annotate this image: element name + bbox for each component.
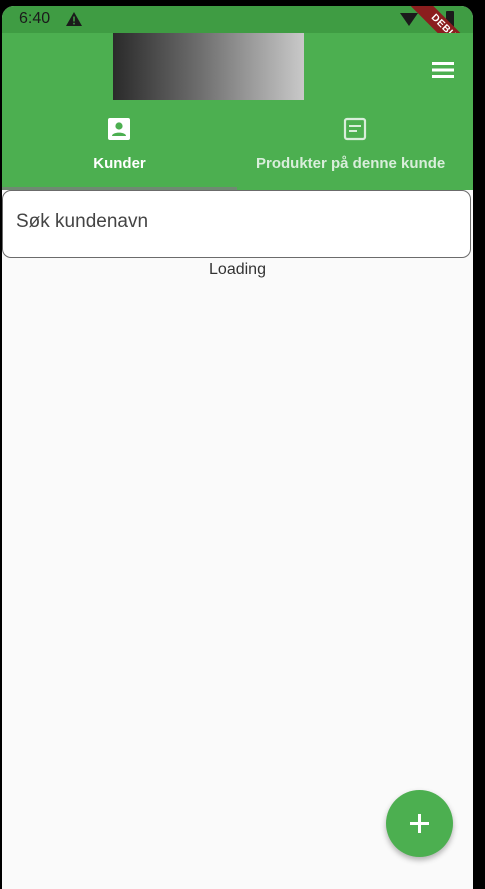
- status-bar: 6:40 DEBUG: [2, 6, 473, 75]
- tab-kunder[interactable]: Kunder: [2, 113, 237, 190]
- search-field[interactable]: [2, 190, 471, 258]
- logo-image: [113, 33, 304, 100]
- app-bar: Kunder Produkter på denne kunde: [2, 33, 473, 190]
- app-screen: 6:40 DEBUG Kunder Produkter på denne kun…: [2, 6, 473, 889]
- person-badge-icon: [108, 118, 130, 140]
- tab-produkter[interactable]: Produkter på denne kunde: [237, 113, 473, 190]
- article-icon: [343, 117, 367, 141]
- menu-button[interactable]: [428, 58, 458, 82]
- search-input[interactable]: [16, 211, 446, 233]
- warning-icon: [66, 12, 82, 26]
- loading-text: Loading: [209, 261, 266, 278]
- tab-produkter-label: Produkter på denne kunde: [256, 155, 446, 172]
- add-button[interactable]: [386, 790, 453, 857]
- status-time: 6:40: [19, 10, 51, 27]
- hamburger-menu-icon: [432, 62, 454, 78]
- tab-kunder-label: Kunder: [93, 155, 146, 172]
- wifi-icon: [400, 13, 418, 26]
- plus-icon: [410, 814, 429, 833]
